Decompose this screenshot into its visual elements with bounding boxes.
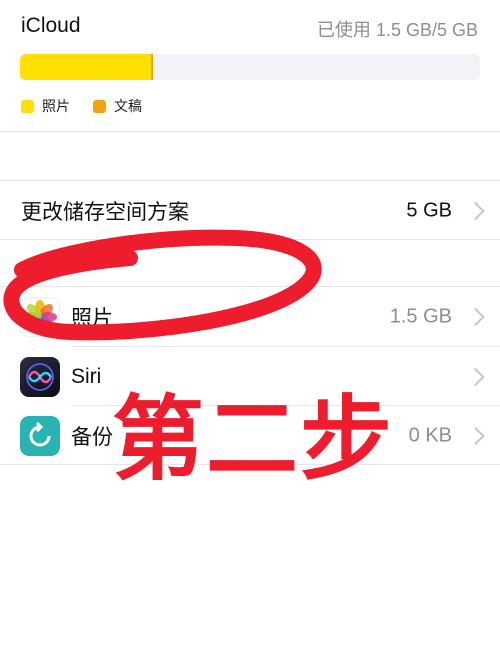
storage-photos-fill xyxy=(20,54,152,80)
divider xyxy=(0,239,500,240)
storage-docs-fill xyxy=(151,54,154,80)
legend-docs: 文稿 xyxy=(93,96,142,116)
backup-icon xyxy=(20,415,60,456)
legend-photos-label: 照片 xyxy=(42,98,70,114)
photos-swatch xyxy=(21,99,34,113)
app-size: 1.5 GB xyxy=(389,305,452,327)
chevron-right-icon xyxy=(466,201,485,220)
storage-usage-text: 已使用 1.5 GB/5 GB xyxy=(316,20,478,40)
app-name: 照片 xyxy=(71,306,113,330)
chevron-right-icon xyxy=(466,307,485,326)
step-annotation-text: 第二步 xyxy=(112,386,395,493)
app-name: Siri xyxy=(71,364,102,388)
chevron-right-icon xyxy=(466,367,485,386)
storage-bar xyxy=(20,54,480,80)
chevron-right-icon xyxy=(466,426,485,445)
change-plan-row[interactable]: 更改储存空间方案 5 GB xyxy=(0,181,500,240)
app-row-photos[interactable]: 照片 1.5 GB xyxy=(0,287,500,346)
siri-icon xyxy=(20,356,60,397)
app-size: 0 KB xyxy=(408,424,452,446)
plan-value: 5 GB xyxy=(406,199,452,221)
docs-swatch xyxy=(93,99,106,113)
change-plan-label: 更改储存空间方案 xyxy=(21,200,189,224)
app-name: 备份 xyxy=(71,425,113,449)
legend-docs-label: 文稿 xyxy=(114,98,142,114)
divider xyxy=(0,131,500,132)
photos-icon xyxy=(20,296,60,337)
page-title: iCloud xyxy=(21,14,81,37)
legend-photos: 照片 xyxy=(21,96,70,116)
